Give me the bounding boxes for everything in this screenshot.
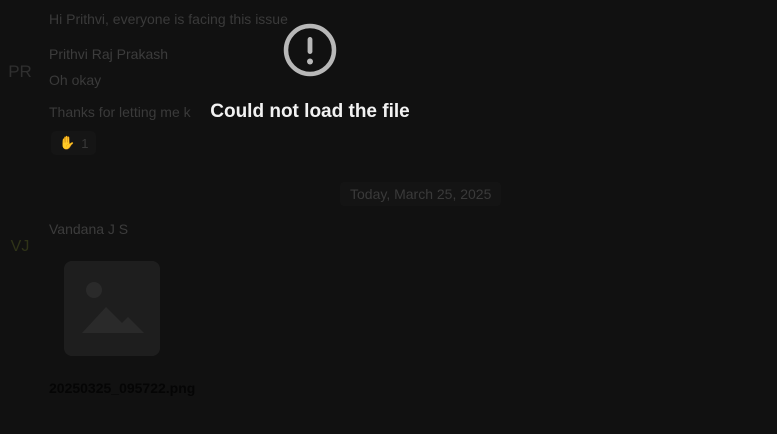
reaction-count: 1: [81, 135, 89, 151]
avatar[interactable]: PR: [6, 58, 34, 86]
file-viewer: Hi Prithvi, everyone is facing this issu…: [0, 0, 777, 434]
avatar[interactable]: VJ: [6, 233, 34, 261]
date-divider: Today, March 25, 2025: [340, 182, 502, 206]
message-text: Thanks for letting me k: [49, 104, 191, 120]
message-text: Hi Prithvi, everyone is facing this issu…: [49, 11, 288, 27]
chat-history: Hi Prithvi, everyone is facing this issu…: [0, 0, 777, 434]
message-text: Oh okay: [49, 72, 102, 88]
image-placeholder-icon: [64, 261, 160, 356]
sender-name[interactable]: Vandana J S: [49, 221, 128, 237]
attachment-thumbnail[interactable]: [64, 261, 160, 356]
raised-hand-emoji: ✋: [59, 135, 76, 150]
attachment-file-name[interactable]: 20250325_095722.png: [49, 380, 195, 396]
reaction-badge[interactable]: ✋ 1: [51, 131, 97, 155]
sender-name[interactable]: Prithvi Raj Prakash: [49, 46, 168, 62]
